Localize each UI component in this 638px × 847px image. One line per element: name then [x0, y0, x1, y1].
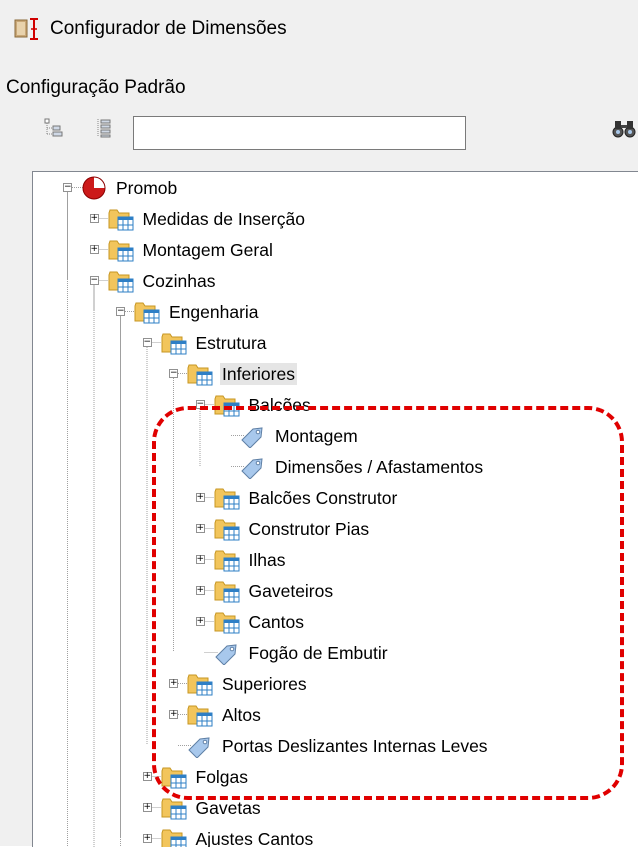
- expand-node-icon[interactable]: +: [89, 214, 99, 223]
- collapse-node-icon[interactable]: −: [169, 369, 178, 378]
- folder-table-icon: [214, 548, 240, 572]
- folder-table-icon: [187, 672, 213, 696]
- collapse-node-icon[interactable]: −: [63, 183, 72, 192]
- tree-node-label: Promob: [116, 178, 178, 198]
- folder-table-icon: [214, 486, 240, 510]
- collapse-node-icon[interactable]: −: [142, 338, 152, 347]
- tree-node-label: Cantos: [248, 612, 304, 632]
- expand-node-icon[interactable]: +: [142, 772, 152, 781]
- folder-table-icon: [161, 827, 187, 847]
- collapse-node-icon[interactable]: −: [116, 307, 125, 316]
- expand-node-icon[interactable]: +: [169, 710, 178, 719]
- folder-table-icon: [161, 765, 187, 789]
- tag-icon: [214, 641, 240, 665]
- binoculars-icon[interactable]: [612, 118, 638, 140]
- folder-table-icon: [134, 300, 160, 324]
- folder-table-icon: [214, 517, 240, 541]
- tree-node-label: Superiores: [222, 674, 307, 694]
- folder-table-icon: [108, 207, 134, 231]
- folder-table-icon: [214, 610, 240, 634]
- window-title: Configurador de Dimensões: [50, 18, 287, 39]
- expand-node-icon[interactable]: +: [195, 493, 205, 502]
- tree-node-label: Altos: [222, 705, 261, 725]
- tag-icon: [240, 455, 266, 479]
- promob-logo-icon: [81, 176, 107, 200]
- expand-node-icon[interactable]: +: [142, 803, 152, 812]
- tag-icon: [240, 424, 266, 448]
- tree-node-label: Cozinhas: [142, 271, 216, 291]
- tree-node-label: Ilhas: [248, 550, 286, 570]
- tree-node-label: Folgas: [195, 767, 249, 787]
- tree-node-label: Montagem: [275, 426, 358, 446]
- folder-table-icon: [161, 796, 187, 820]
- configuration-panel: Configuração Padrão − Promob + Medidas de I…: [0, 58, 638, 847]
- expand-node-icon[interactable]: +: [195, 586, 205, 595]
- folder-table-icon: [187, 703, 213, 727]
- tree-node-label: Portas Deslizantes Internas Leves: [222, 736, 488, 756]
- tree-node-label: Fogão de Embutir: [248, 643, 388, 663]
- dimension-config-icon: [14, 18, 38, 40]
- expand-node-icon[interactable]: +: [195, 555, 205, 564]
- tree-node-label: Gaveteiros: [248, 581, 334, 601]
- expand-node-icon[interactable]: +: [142, 834, 152, 843]
- tree-node-label: Medidas de Inserção: [142, 209, 305, 229]
- tree-node-label: Gavetas: [195, 798, 261, 818]
- configuration-tree[interactable]: − Promob + Medidas de Inserção + Montagem Ger…: [32, 171, 638, 847]
- search-input[interactable]: [133, 116, 466, 150]
- collapse-node-icon[interactable]: −: [195, 400, 205, 409]
- folder-table-icon: [161, 331, 187, 355]
- folder-table-icon: [214, 393, 240, 417]
- tree-node-label: Inferiores: [220, 363, 297, 385]
- tree-node-label: Construtor Pias: [248, 519, 370, 539]
- expand-node-icon[interactable]: +: [195, 617, 205, 626]
- folder-table-icon: [108, 238, 134, 262]
- folder-table-icon: [214, 579, 240, 603]
- expand-node-icon[interactable]: +: [169, 679, 178, 688]
- window-titlebar: Configurador de Dimensões: [0, 0, 638, 58]
- panel-title: Configuração Padrão: [6, 77, 186, 98]
- tree-node-label: Balcões Construtor: [248, 488, 398, 508]
- folder-table-icon: [187, 362, 213, 386]
- folder-table-icon: [108, 269, 134, 293]
- expand-all-icon[interactable]: [44, 118, 64, 138]
- tree-node-label: Ajustes Cantos: [195, 829, 314, 847]
- tree-node-label: Balcões: [248, 395, 311, 415]
- expand-node-icon[interactable]: +: [195, 524, 205, 533]
- tag-icon: [187, 734, 213, 758]
- tree-node-label: Montagem Geral: [142, 240, 273, 260]
- tree-node-label: Dimensões / Afastamentos: [275, 457, 484, 477]
- tree-node-label: Engenharia: [169, 302, 259, 322]
- expand-node-icon[interactable]: +: [89, 245, 99, 254]
- collapse-all-icon[interactable]: [94, 118, 114, 138]
- tree-node-label: Estrutura: [195, 333, 267, 353]
- collapse-node-icon[interactable]: −: [89, 276, 99, 285]
